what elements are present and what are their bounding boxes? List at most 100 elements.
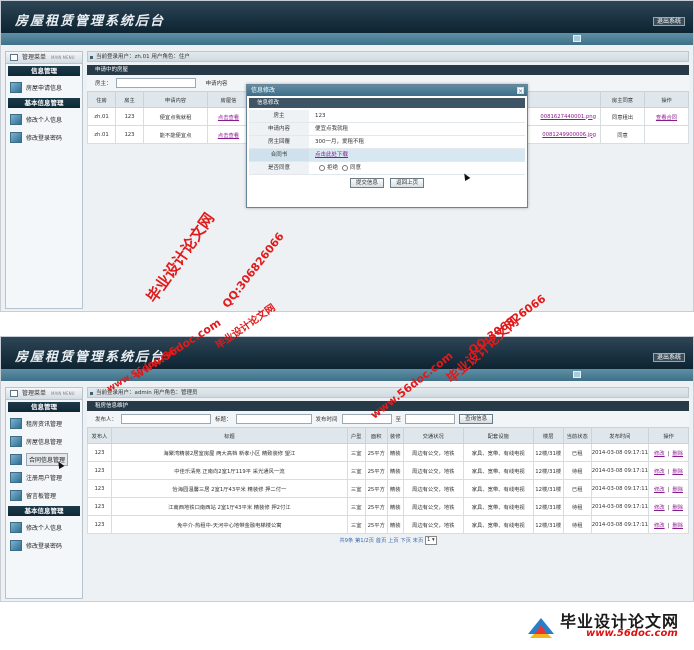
delete-link[interactable]: 删除: [672, 451, 683, 457]
modal-row-content: 申请内容 便宜点我就租: [249, 123, 525, 136]
table-cell: 周边有公交，地铁: [402, 479, 464, 498]
sidebar-item-users[interactable]: 注册用户管理: [6, 468, 82, 486]
delete-link[interactable]: 删除: [672, 487, 683, 493]
separator: |: [667, 468, 670, 475]
table-cell: 123: [87, 479, 112, 498]
sidebar-group-info[interactable]: 信息管理: [8, 66, 80, 76]
view-contract-link[interactable]: 查看合同: [656, 115, 677, 121]
filter-bar: 发布人： 标题： 发布时间 至 查询信息: [87, 411, 689, 427]
exit-button[interactable]: 退出系统: [653, 17, 685, 26]
header-banner: 房屋租赁管理系统后台 退出系统: [1, 1, 693, 33]
sidebar-group-basic[interactable]: 基本信息管理: [8, 506, 80, 516]
delete-link[interactable]: 删除: [672, 505, 683, 511]
table-cell: 已租: [562, 479, 592, 498]
table-cell: 123: [87, 497, 112, 516]
edit-link[interactable]: 修改: [654, 505, 665, 511]
sidebar-group-info[interactable]: 信息管理: [8, 402, 80, 412]
submit-button[interactable]: 提交信息: [349, 178, 384, 188]
pagination: 共9条 第1/2页 首页 上页 下页 末页 1 ▾: [339, 536, 437, 545]
table-cell: 三室: [346, 515, 366, 534]
close-icon[interactable]: ×: [517, 87, 524, 95]
table-cell: 待租: [562, 515, 592, 534]
users-icon: [10, 471, 22, 483]
sidebar-item-contract[interactable]: 合同信息管理: [6, 450, 82, 468]
edit-link[interactable]: 修改: [654, 451, 665, 457]
table-cell: 25平方: [364, 479, 388, 498]
sidebar-item-house-info[interactable]: 房屋信息管理: [6, 432, 82, 450]
document-icon: [10, 81, 22, 93]
delete-link[interactable]: 删除: [672, 469, 683, 475]
owner-filter-input[interactable]: [115, 78, 196, 88]
main-content: 当前登录用户：admin 用户角色：管理员 租房信息维护 发布人： 标题： 发布…: [87, 387, 689, 548]
table-cell: 12楼/31楼: [532, 497, 564, 516]
message-icon: [10, 489, 22, 501]
contract-file-link[interactable]: 0081249900006.jpg: [542, 132, 596, 138]
table-cell: 123: [87, 443, 112, 462]
sidebar-item-change-password[interactable]: 修改登录密码: [6, 536, 82, 554]
table-cell: 12楼/31楼: [532, 461, 564, 480]
modal-section-title: 信息修改: [249, 98, 525, 108]
home-icon[interactable]: [573, 371, 581, 378]
column-header: 装修: [386, 427, 404, 444]
table-cell: 123: [87, 515, 112, 534]
table-cell: 江南西地铁口南西站 2室1厅43平米 精装修 押2付江: [111, 497, 348, 516]
back-button[interactable]: 返回上页: [390, 178, 425, 188]
table-row: 123 海聚湾精装2居室房屋 两大高档 新孝小区 精致装修 望江 三室 25平方 精装周…: [87, 443, 689, 462]
row-actions: 修改 | 删除: [648, 497, 689, 516]
screenshot-resident: 房屋租赁管理系统后台 退出系统 管理菜单 MAIN MENU 信息管理 房屋申请信…: [0, 0, 694, 312]
sidebar-item-change-password[interactable]: 修改登录密码: [6, 128, 82, 146]
table-cell: 待租: [562, 461, 592, 480]
sidebar-item-edit-profile[interactable]: 修改个人信息: [6, 518, 82, 536]
view-house-link[interactable]: 点击查看: [218, 115, 239, 121]
table-cell: 12楼/31楼: [532, 515, 564, 534]
table-cell: 家具、宽带、有线电视: [462, 443, 534, 462]
table-cell: 周边有公交，地铁: [402, 461, 464, 480]
home-icon[interactable]: [573, 35, 581, 42]
column-header: 楼层: [532, 427, 564, 444]
sidebar-group-basic[interactable]: 基本信息管理: [8, 98, 80, 108]
column-header: 发布时间: [590, 427, 650, 444]
login-info-bar: 当前登录用户：zh.01 用户角色：住户: [87, 51, 689, 62]
edit-link[interactable]: 修改: [654, 523, 665, 529]
table-cell: 123: [87, 461, 112, 480]
sidebar-item-guestbook[interactable]: 留言板管理: [6, 486, 82, 504]
column-header: 交通状况: [402, 427, 464, 444]
section-title: 申请中的房屋: [87, 65, 689, 75]
column-header: 操作: [648, 427, 689, 444]
publisher-input[interactable]: [121, 414, 212, 424]
view-house-link[interactable]: 点击查看: [218, 133, 239, 139]
title-input[interactable]: [235, 414, 312, 424]
first-page-link[interactable]: 首页: [376, 538, 387, 544]
download-link[interactable]: 点击此处下载: [315, 152, 348, 158]
prev-page-link[interactable]: 上页: [388, 538, 399, 544]
edit-link[interactable]: 修改: [654, 487, 665, 493]
sidebar-item-rent-news[interactable]: 租房资讯管理: [6, 414, 82, 432]
table-cell: 精装: [386, 461, 404, 480]
date-from-input[interactable]: [341, 414, 392, 424]
next-page-link[interactable]: 下页: [400, 538, 411, 544]
page-select[interactable]: 1 ▾: [424, 536, 437, 545]
menu-icon: [10, 54, 18, 61]
table-cell: 怡海园温馨三居 2室1厅43平米 精装修 押二付一: [111, 479, 348, 498]
reject-radio[interactable]: [319, 164, 325, 171]
search-button[interactable]: 查询信息: [459, 414, 494, 424]
edit-link[interactable]: 修改: [654, 469, 665, 475]
column-header: 面积: [364, 427, 388, 444]
date-to-input[interactable]: [405, 414, 456, 424]
table-cell: 精装: [386, 479, 404, 498]
table-cell: 25平方: [364, 497, 388, 516]
agree-radio[interactable]: [342, 164, 349, 171]
table-cell: 12楼/31楼: [532, 443, 564, 462]
table-cell: 三室: [346, 461, 366, 480]
exit-button[interactable]: 退出系统: [653, 353, 685, 362]
table-cell: 免中介-热租中-天河中心地带金融电梯楼公寓: [111, 515, 348, 534]
last-page-link[interactable]: 末页: [413, 538, 424, 544]
table-row: 123 怡海园温馨三居 2室1厅43平米 精装修 押二付一 三室 25平方 精装 周边有公…: [87, 479, 689, 498]
contract-file-link[interactable]: 0081627440001.png: [540, 114, 596, 120]
sidebar-item-edit-profile[interactable]: 修改个人信息: [6, 110, 82, 128]
sidebar-item-house-apply[interactable]: 房屋申请信息: [6, 78, 82, 96]
modal-row-owner: 房主 123: [249, 110, 525, 123]
user-icon: [10, 113, 22, 125]
table-cell: 三室: [346, 443, 366, 462]
delete-link[interactable]: 删除: [672, 523, 683, 529]
